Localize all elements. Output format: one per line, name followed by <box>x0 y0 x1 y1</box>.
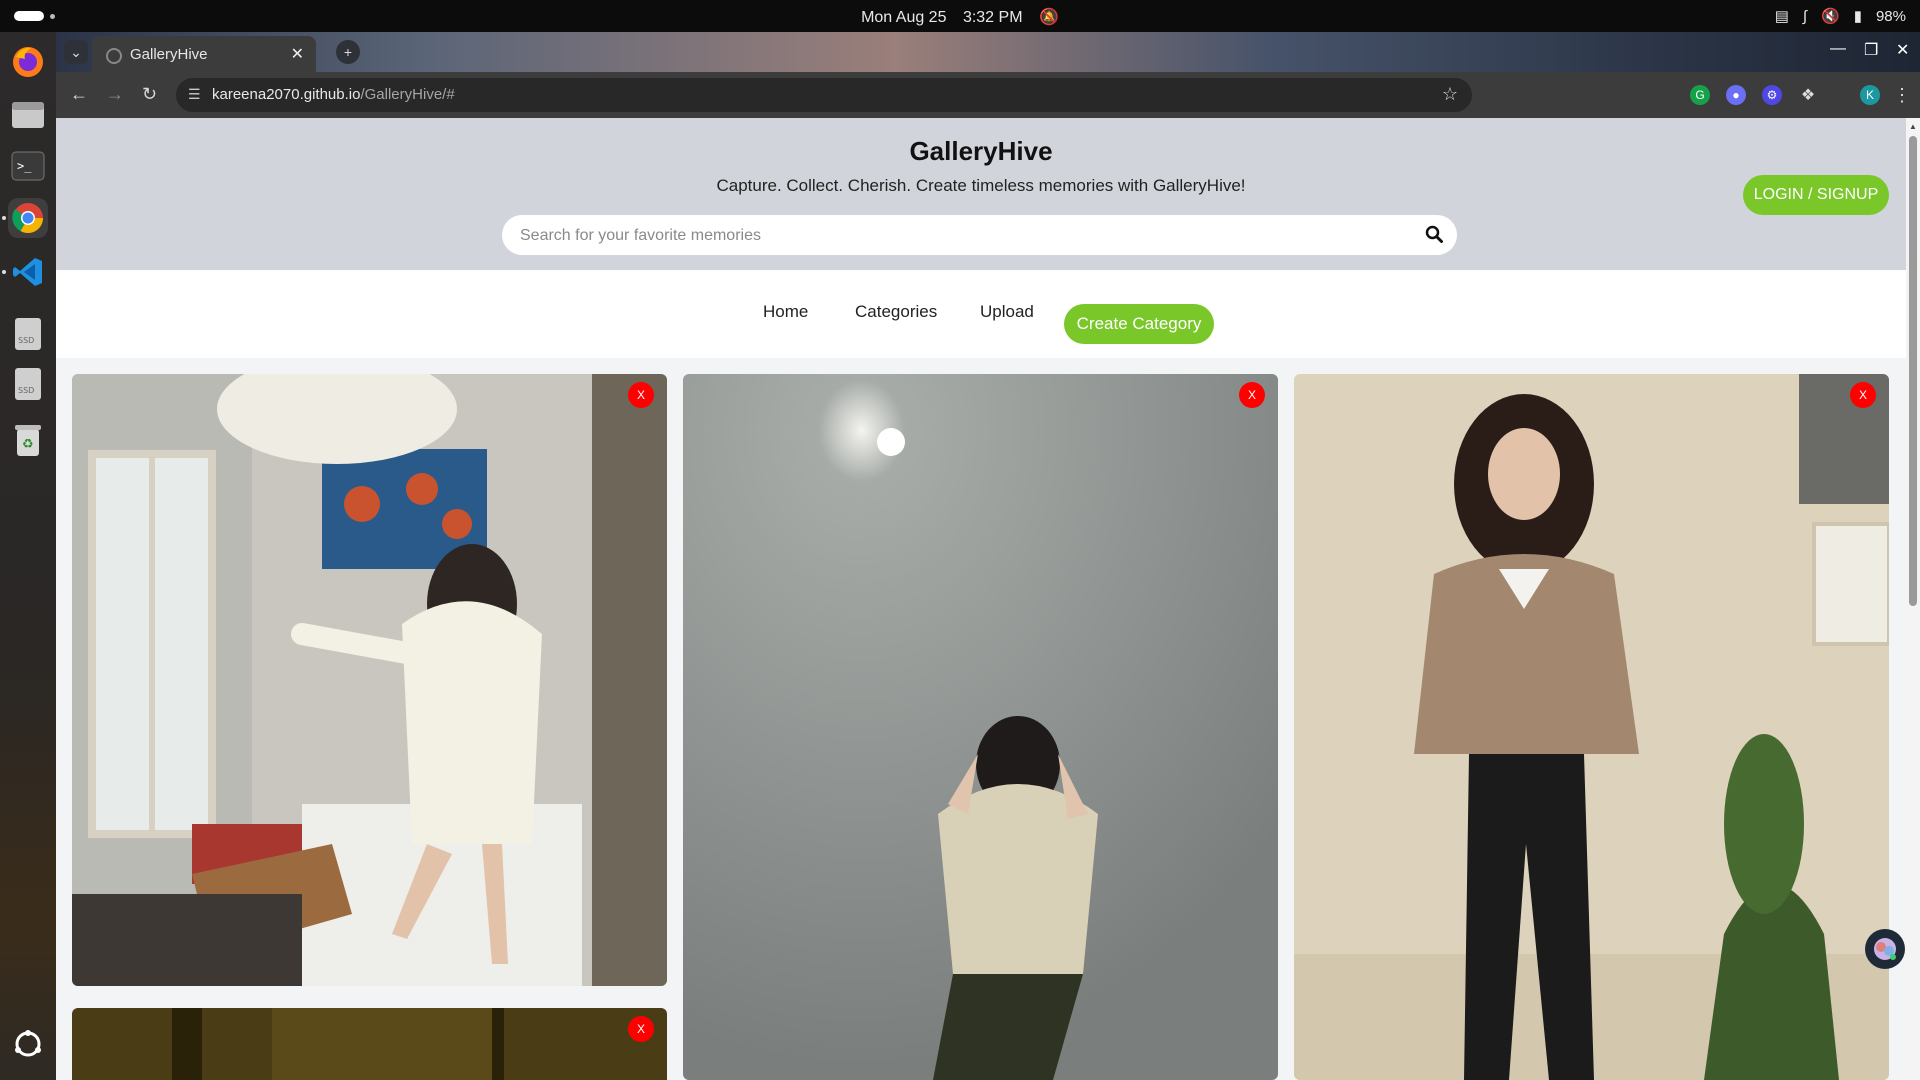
delete-photo-button[interactable]: X <box>628 382 654 408</box>
minimize-window-icon[interactable]: — <box>1830 40 1846 58</box>
system-tray[interactable]: ▤ ∫ 🔇 ▮ 98% <box>1774 7 1906 26</box>
bookmark-star-icon[interactable]: ☆ <box>1442 84 1458 105</box>
nav-categories[interactable]: Categories <box>855 302 937 322</box>
chrome-icon[interactable] <box>8 198 48 238</box>
url-path: /GalleryHive/# <box>360 86 455 103</box>
tab-search-chevron-icon[interactable]: ⌄ <box>64 40 88 64</box>
active-app-indicator <box>2 216 6 220</box>
photo-dark-room <box>72 1008 667 1080</box>
tab-title: GalleryHive <box>130 46 208 63</box>
page-scrollbar[interactable]: ▲ <box>1906 118 1920 1080</box>
battery-icon: ▮ <box>1853 8 1862 25</box>
extension-gear-icon[interactable]: ⚙ <box>1762 85 1782 105</box>
close-tab-icon[interactable]: ✕ <box>291 44 304 64</box>
gallery-grid: X X X X <box>56 358 1906 1080</box>
photo-dancer-by-window <box>72 374 667 986</box>
battery-level: 98% <box>1875 7 1906 25</box>
site-tagline: Capture. Collect. Cherish. Create timele… <box>716 176 1246 195</box>
scroll-up-icon[interactable]: ▲ <box>1909 122 1917 131</box>
extensions-puzzle-icon[interactable]: ❖ <box>1798 85 1818 105</box>
gallery-photo[interactable]: X <box>1294 374 1889 1080</box>
delete-photo-button[interactable]: X <box>628 1016 654 1042</box>
reload-icon[interactable]: ↻ <box>142 84 157 105</box>
scrollbar-thumb[interactable] <box>1909 136 1917 606</box>
svg-text:SSD: SSD <box>18 386 34 395</box>
browser-toolbar: ← → ↻ ☰ kareena2070.github.io/GalleryHiv… <box>56 72 1920 118</box>
svg-text:SSD: SSD <box>18 336 34 345</box>
forward-icon[interactable]: → <box>106 84 124 105</box>
browser-menu-icon[interactable]: ⋮ <box>1892 85 1912 105</box>
extension-icon[interactable]: ● <box>1726 85 1746 105</box>
search-input[interactable] <box>518 223 1402 249</box>
gallery-photo[interactable]: X <box>72 1008 667 1080</box>
drive-ssd-icon[interactable]: SSD <box>8 364 48 404</box>
photo-woman-standing <box>1294 374 1889 1080</box>
svg-text:>_: >_ <box>17 159 32 173</box>
app-dock: >_ SSD SSD ♻ <box>0 32 56 1080</box>
profile-avatar[interactable]: K <box>1860 85 1880 105</box>
search-bar <box>502 215 1457 255</box>
firefox-icon[interactable] <box>8 42 48 82</box>
terminal-icon[interactable]: >_ <box>8 146 48 186</box>
page-favicon-icon <box>106 48 122 64</box>
site-header: GalleryHive Capture. Collect. Cherish. C… <box>56 118 1906 270</box>
address-bar[interactable]: ☰ kareena2070.github.io/GalleryHive/# ☆ <box>176 78 1472 112</box>
create-category-button[interactable]: Create Category <box>1064 304 1214 344</box>
system-date: Mon Aug 25 <box>861 9 947 26</box>
assistant-chat-icon[interactable] <box>1865 929 1905 969</box>
url-host: kareena2070.github.io <box>212 86 361 103</box>
system-top-bar: Mon Aug 25 3:32 PM 🔕 ▤ ∫ 🔇 ▮ 98% <box>0 0 1920 32</box>
site-title: GalleryHive <box>909 136 1053 166</box>
show-apps-icon[interactable] <box>8 1024 48 1064</box>
browser-tab-strip: ⌄ GalleryHive ✕ + — ❐ ✕ <box>56 32 1920 72</box>
trash-icon[interactable]: ♻ <box>8 420 48 460</box>
drive-ssd-icon[interactable]: SSD <box>8 314 48 354</box>
back-icon[interactable]: ← <box>70 84 88 105</box>
nav-home[interactable]: Home <box>763 302 808 322</box>
grammarly-extension-icon[interactable]: G <box>1690 85 1710 105</box>
restore-window-icon[interactable]: ❐ <box>1864 40 1878 60</box>
delete-photo-button[interactable]: X <box>1239 382 1265 408</box>
vscode-icon[interactable] <box>8 252 48 292</box>
login-signup-button[interactable]: LOGIN / SIGNUP <box>1743 175 1889 215</box>
close-window-icon[interactable]: ✕ <box>1896 40 1909 60</box>
site-nav: Home Categories Upload Create Category <box>56 270 1906 358</box>
new-tab-icon[interactable]: + <box>336 40 360 64</box>
system-clock[interactable]: Mon Aug 25 3:32 PM 🔕 <box>0 7 1920 27</box>
svg-text:♻: ♻ <box>22 437 34 452</box>
web-page: GalleryHive Capture. Collect. Cherish. C… <box>56 118 1906 1080</box>
gallery-photo[interactable]: X <box>72 374 667 986</box>
running-app-indicator <box>2 270 6 274</box>
delete-photo-button[interactable]: X <box>1850 382 1876 408</box>
site-info-icon[interactable]: ☰ <box>188 86 201 103</box>
nav-upload[interactable]: Upload <box>980 302 1034 322</box>
system-time: 3:32 PM <box>962 9 1023 26</box>
search-icon[interactable] <box>1425 225 1443 248</box>
photo-dancer-against-wall <box>683 374 1278 1080</box>
browser-tab[interactable]: GalleryHive ✕ <box>92 36 316 72</box>
wifi-icon: ∫ <box>1802 7 1808 25</box>
notifications-muted-icon: 🔕 <box>1038 9 1059 26</box>
url-text: kareena2070.github.io/GalleryHive/# <box>212 86 455 103</box>
gallery-photo[interactable]: X <box>683 374 1278 1080</box>
files-icon[interactable] <box>8 94 48 134</box>
screen-icon: ▤ <box>1774 8 1789 25</box>
volume-muted-icon: 🔇 <box>1821 8 1840 25</box>
